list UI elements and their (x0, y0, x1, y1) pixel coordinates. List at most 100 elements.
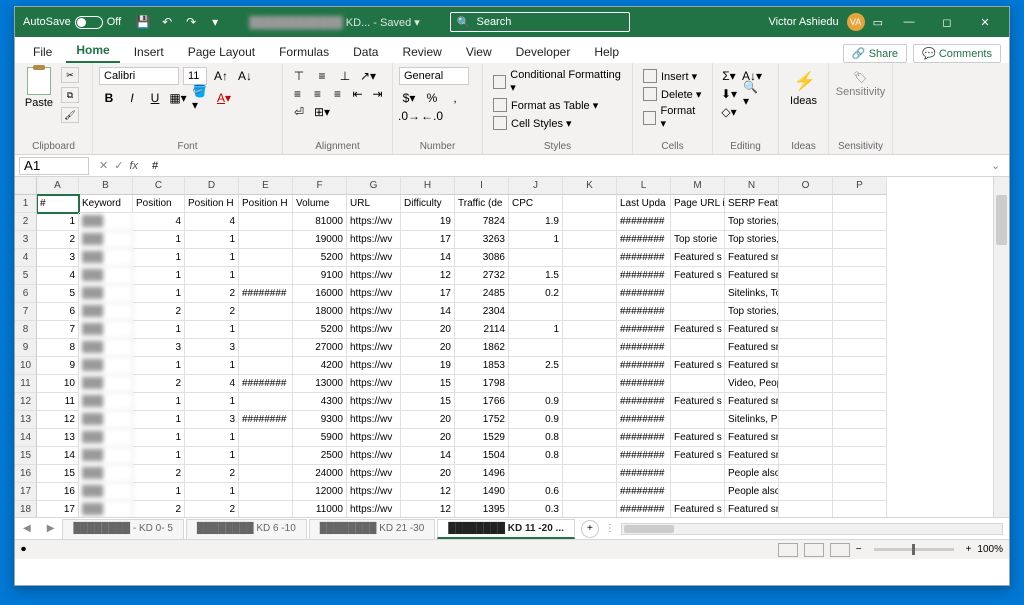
row-header[interactable]: 13 (15, 411, 37, 429)
data-cell[interactable] (779, 447, 833, 465)
data-cell[interactable]: 3263 (455, 231, 509, 249)
data-cell[interactable] (779, 285, 833, 303)
data-cell[interactable]: 4 (185, 213, 239, 231)
find-select-icon[interactable]: 🔍▾ (742, 85, 762, 103)
data-cell[interactable] (779, 249, 833, 267)
data-cell[interactable]: Featured snippet, Top stories, Thumbnail… (725, 429, 779, 447)
data-cell[interactable]: ######## (617, 285, 671, 303)
data-cell[interactable] (833, 339, 887, 357)
data-cell[interactable] (563, 231, 617, 249)
comments-button[interactable]: 💬 Comments (913, 44, 1001, 63)
data-cell[interactable] (779, 465, 833, 483)
data-cell[interactable]: 12 (401, 483, 455, 501)
col-header-B[interactable]: B (79, 177, 133, 195)
data-cell[interactable]: 6 (37, 303, 79, 321)
data-cell[interactable]: 15 (37, 465, 79, 483)
row-header[interactable]: 10 (15, 357, 37, 375)
col-header-P[interactable]: P (833, 177, 887, 195)
data-cell[interactable]: 4 (185, 375, 239, 393)
comma-icon[interactable]: , (445, 89, 465, 107)
data-cell[interactable] (239, 393, 293, 411)
data-cell[interactable]: 5 (37, 285, 79, 303)
data-cell[interactable] (563, 267, 617, 285)
row-header[interactable]: 2 (15, 213, 37, 231)
data-cell[interactable] (833, 267, 887, 285)
data-cell[interactable]: 1 (185, 231, 239, 249)
paste-button[interactable]: Paste (21, 67, 57, 139)
data-cell[interactable]: 1 (185, 483, 239, 501)
data-cell[interactable]: ######## (239, 285, 293, 303)
delete-cells-button[interactable]: Delete ▾ (639, 85, 706, 103)
data-cell[interactable] (563, 303, 617, 321)
data-cell[interactable]: People also ask, Top stories, Thumbnail,… (725, 465, 779, 483)
header-cell[interactable]: SERP Features (725, 195, 779, 213)
merge-center-icon[interactable]: ⊞▾ (312, 103, 332, 121)
sheet-tab[interactable]: ████████ KD 6 -10 (186, 519, 307, 539)
header-cell[interactable]: URL (347, 195, 401, 213)
data-cell[interactable] (563, 447, 617, 465)
row-header[interactable]: 14 (15, 429, 37, 447)
row-header[interactable]: 4 (15, 249, 37, 267)
share-button[interactable]: 🔗 Share (843, 44, 907, 63)
data-cell[interactable] (509, 303, 563, 321)
data-cell[interactable]: 2 (133, 465, 185, 483)
data-cell[interactable]: 11 (37, 393, 79, 411)
tab-page-layout[interactable]: Page Layout (178, 41, 265, 63)
data-cell[interactable]: 1529 (455, 429, 509, 447)
data-cell[interactable]: 17 (401, 231, 455, 249)
orientation-icon[interactable]: ↗▾ (358, 67, 378, 85)
data-cell[interactable]: Featured s (671, 501, 725, 517)
data-cell[interactable]: 1 (509, 231, 563, 249)
data-cell[interactable]: 17 (37, 501, 79, 517)
ribbon-display-icon[interactable]: ▭ (873, 16, 883, 29)
data-cell[interactable]: 2500 (293, 447, 347, 465)
avatar[interactable]: VA (847, 13, 865, 31)
data-cell[interactable] (779, 375, 833, 393)
data-cell[interactable] (833, 231, 887, 249)
data-cell[interactable]: ######## (617, 411, 671, 429)
data-cell[interactable]: 2 (133, 501, 185, 517)
data-cell[interactable] (239, 357, 293, 375)
indent-increase-icon[interactable]: ⇥ (369, 85, 386, 103)
data-cell[interactable]: ######## (239, 411, 293, 429)
data-cell[interactable]: 1 (185, 249, 239, 267)
data-cell[interactable]: 1 (37, 213, 79, 231)
data-cell[interactable]: 1 (185, 393, 239, 411)
data-cell[interactable] (239, 447, 293, 465)
borders-icon[interactable]: ▦▾ (168, 89, 188, 107)
bold-icon[interactable]: B (99, 89, 119, 107)
row-header[interactable]: 11 (15, 375, 37, 393)
font-name-dropdown[interactable]: Calibri (99, 67, 179, 85)
formula-input[interactable]: # (146, 160, 991, 172)
data-cell[interactable]: 12 (37, 411, 79, 429)
tab-view[interactable]: View (456, 41, 502, 63)
number-format-dropdown[interactable]: General (399, 67, 469, 85)
data-cell[interactable]: 1 (185, 321, 239, 339)
data-cell[interactable]: ######## (617, 267, 671, 285)
data-cell[interactable]: https://wv (347, 249, 401, 267)
data-cell[interactable] (779, 393, 833, 411)
copy-icon[interactable]: ⧉ (61, 87, 79, 103)
data-cell[interactable] (563, 429, 617, 447)
header-cell[interactable]: Position (133, 195, 185, 213)
sheet-nav-prev-icon[interactable]: ◀ (15, 523, 39, 534)
row-header[interactable]: 8 (15, 321, 37, 339)
close-icon[interactable]: ✕ (967, 10, 1003, 34)
tab-developer[interactable]: Developer (506, 41, 581, 63)
data-cell[interactable]: 13000 (293, 375, 347, 393)
data-cell[interactable]: 0.9 (509, 393, 563, 411)
maximize-icon[interactable]: ◻ (929, 10, 965, 34)
tab-insert[interactable]: Insert (124, 41, 174, 63)
data-cell[interactable]: 1 (133, 321, 185, 339)
page-break-view-icon[interactable] (830, 543, 850, 557)
data-cell[interactable]: 1 (133, 483, 185, 501)
data-cell[interactable] (239, 213, 293, 231)
data-cell[interactable] (833, 285, 887, 303)
format-as-table-button[interactable]: Format as Table ▾ (489, 96, 626, 114)
data-cell[interactable] (671, 303, 725, 321)
data-cell[interactable]: 2732 (455, 267, 509, 285)
data-cell[interactable] (563, 411, 617, 429)
data-cell[interactable]: 12 (401, 501, 455, 517)
data-cell[interactable] (833, 249, 887, 267)
data-cell[interactable]: 14 (401, 303, 455, 321)
